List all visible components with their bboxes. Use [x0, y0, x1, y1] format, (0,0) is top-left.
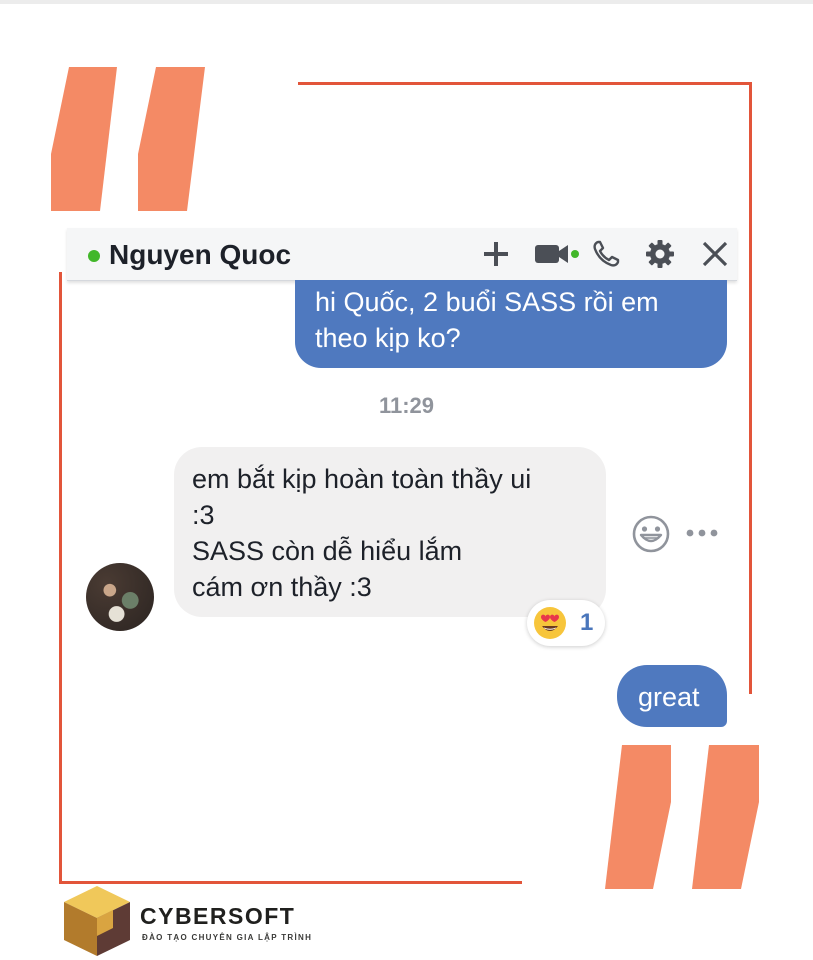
- reaction-badge[interactable]: 1: [527, 600, 605, 646]
- phone-icon[interactable]: [588, 236, 624, 272]
- message-line: em bắt kịp hoàn toàn thầy ui: [192, 464, 532, 494]
- frame-line-right: [749, 82, 752, 694]
- incoming-message[interactable]: em bắt kịp hoàn toàn thầy ui :3 SASS còn…: [174, 447, 606, 617]
- frame-line-left: [59, 272, 62, 884]
- outgoing-message[interactable]: great: [617, 665, 727, 727]
- contact-name[interactable]: Nguyen Quoc: [109, 238, 291, 272]
- more-options-icon[interactable]: [684, 519, 720, 547]
- heart-eyes-emoji-icon: [534, 607, 566, 639]
- message-timestamp: 11:29: [378, 393, 435, 418]
- close-icon[interactable]: [697, 236, 733, 272]
- outgoing-message[interactable]: hi Quốc, 2 buổi SASS rồi em theo kịp ko?: [295, 280, 727, 368]
- logo-title: CYBERSOFT: [140, 903, 296, 929]
- open-quote-icon: [51, 67, 205, 211]
- chat-header: Nguyen Quoc: [67, 228, 737, 281]
- smiley-react-icon[interactable]: [631, 514, 671, 554]
- gear-icon[interactable]: [642, 236, 678, 272]
- logo-tagline: ĐÀO TẠO CHUYÊN GIA LẬP TRÌNH: [142, 933, 313, 942]
- message-line: hi Quốc, 2 buổi SASS rồi em: [315, 287, 659, 317]
- close-quote-icon: [605, 745, 759, 889]
- message-text: great: [638, 682, 700, 712]
- message-line: SASS còn dễ hiểu lắm: [192, 536, 463, 566]
- message-line: cám ơn thầy :3: [192, 572, 372, 602]
- frame-line-top: [298, 82, 752, 85]
- online-status-dot: [88, 250, 100, 262]
- cybersoft-logo-icon: [64, 886, 130, 956]
- message-line: :3: [192, 500, 215, 530]
- message-line: theo kịp ko?: [315, 323, 461, 353]
- reaction-count: 1: [580, 609, 594, 636]
- avatar[interactable]: [86, 563, 154, 631]
- top-strip: [0, 0, 813, 4]
- plus-icon[interactable]: [478, 236, 514, 272]
- video-camera-icon[interactable]: [533, 236, 581, 272]
